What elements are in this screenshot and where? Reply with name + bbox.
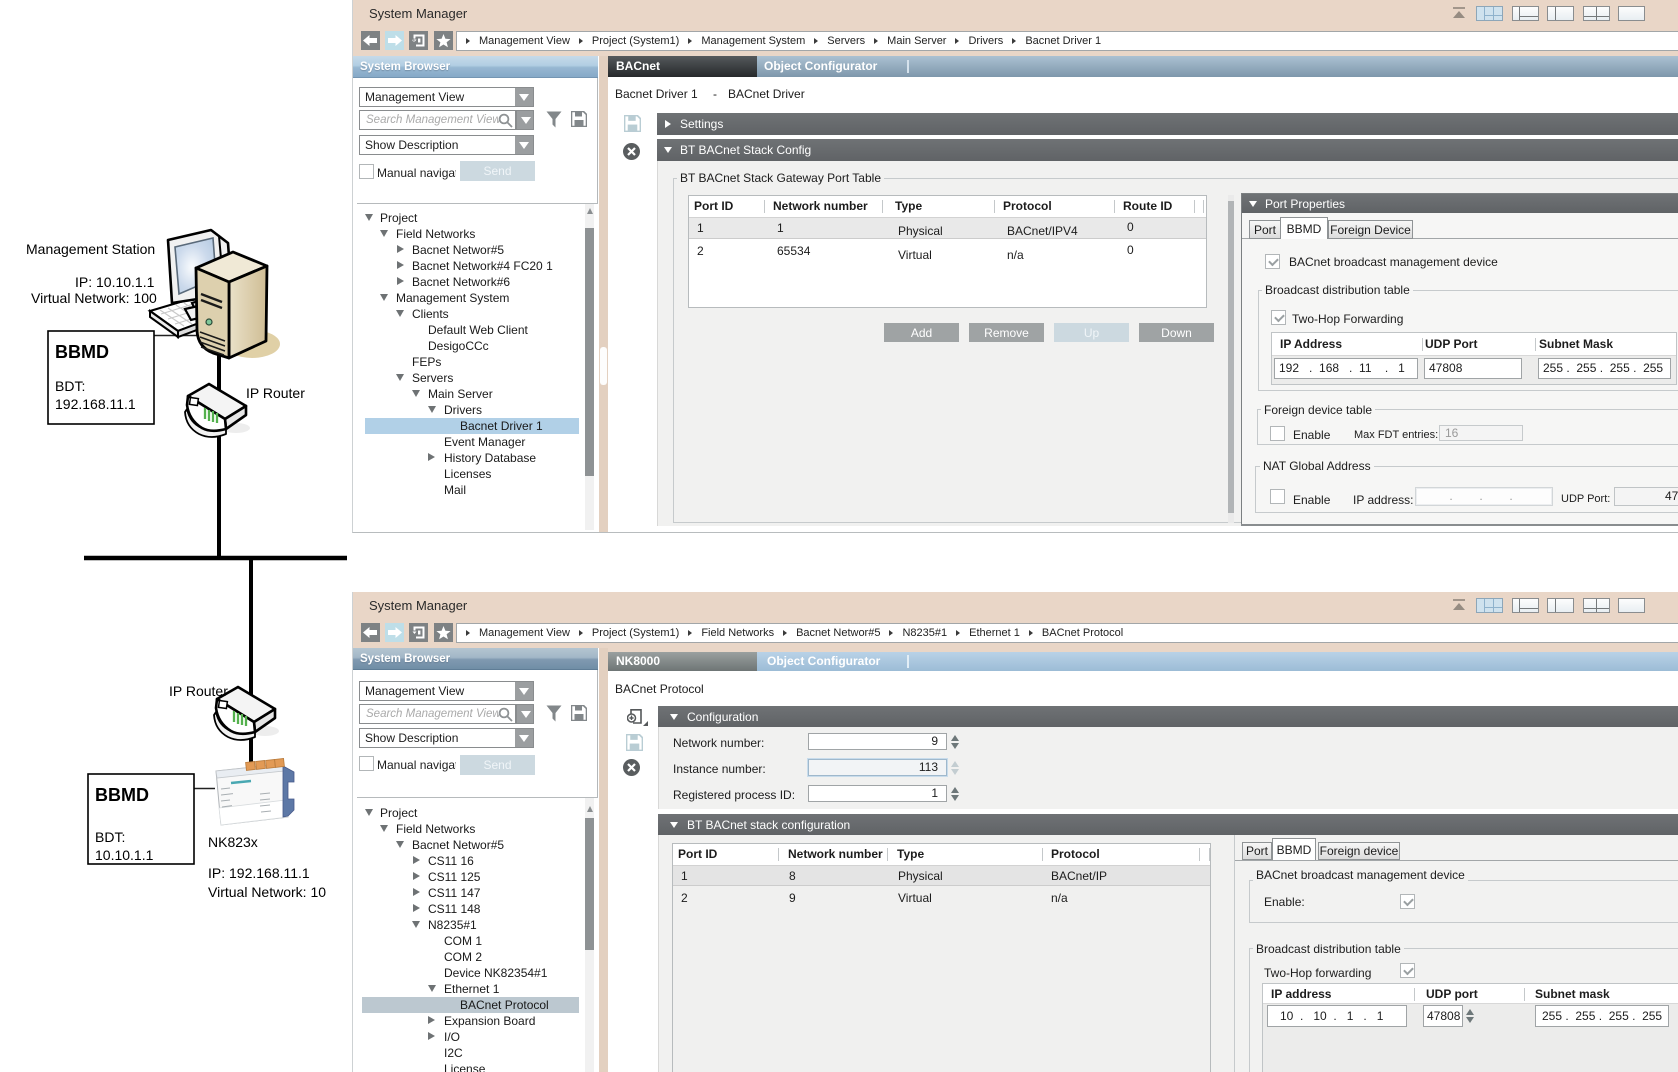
svg-text:IP: 10.10.1.1: IP: 10.10.1.1 [75,274,155,290]
svg-text:BBMD: BBMD [55,342,109,362]
svg-text:IP Router: IP Router [246,385,305,401]
svg-text:NK823x: NK823x [208,834,258,850]
svg-text:IP Router: IP Router [169,683,228,699]
svg-text:BBMD: BBMD [95,785,149,805]
svg-text:Virtual Network: 100: Virtual Network: 100 [31,290,157,306]
svg-text:Virtual Network: 10: Virtual Network: 10 [208,884,326,900]
svg-text:192.168.11.1: 192.168.11.1 [55,396,136,412]
svg-text:10.10.1.1: 10.10.1.1 [95,847,154,863]
svg-text:IP: 192.168.11.1: IP: 192.168.11.1 [208,865,310,881]
svg-text:BDT:: BDT: [95,829,125,845]
svg-text:Management Station: Management Station [26,241,155,257]
svg-text:BDT:: BDT: [55,378,85,394]
